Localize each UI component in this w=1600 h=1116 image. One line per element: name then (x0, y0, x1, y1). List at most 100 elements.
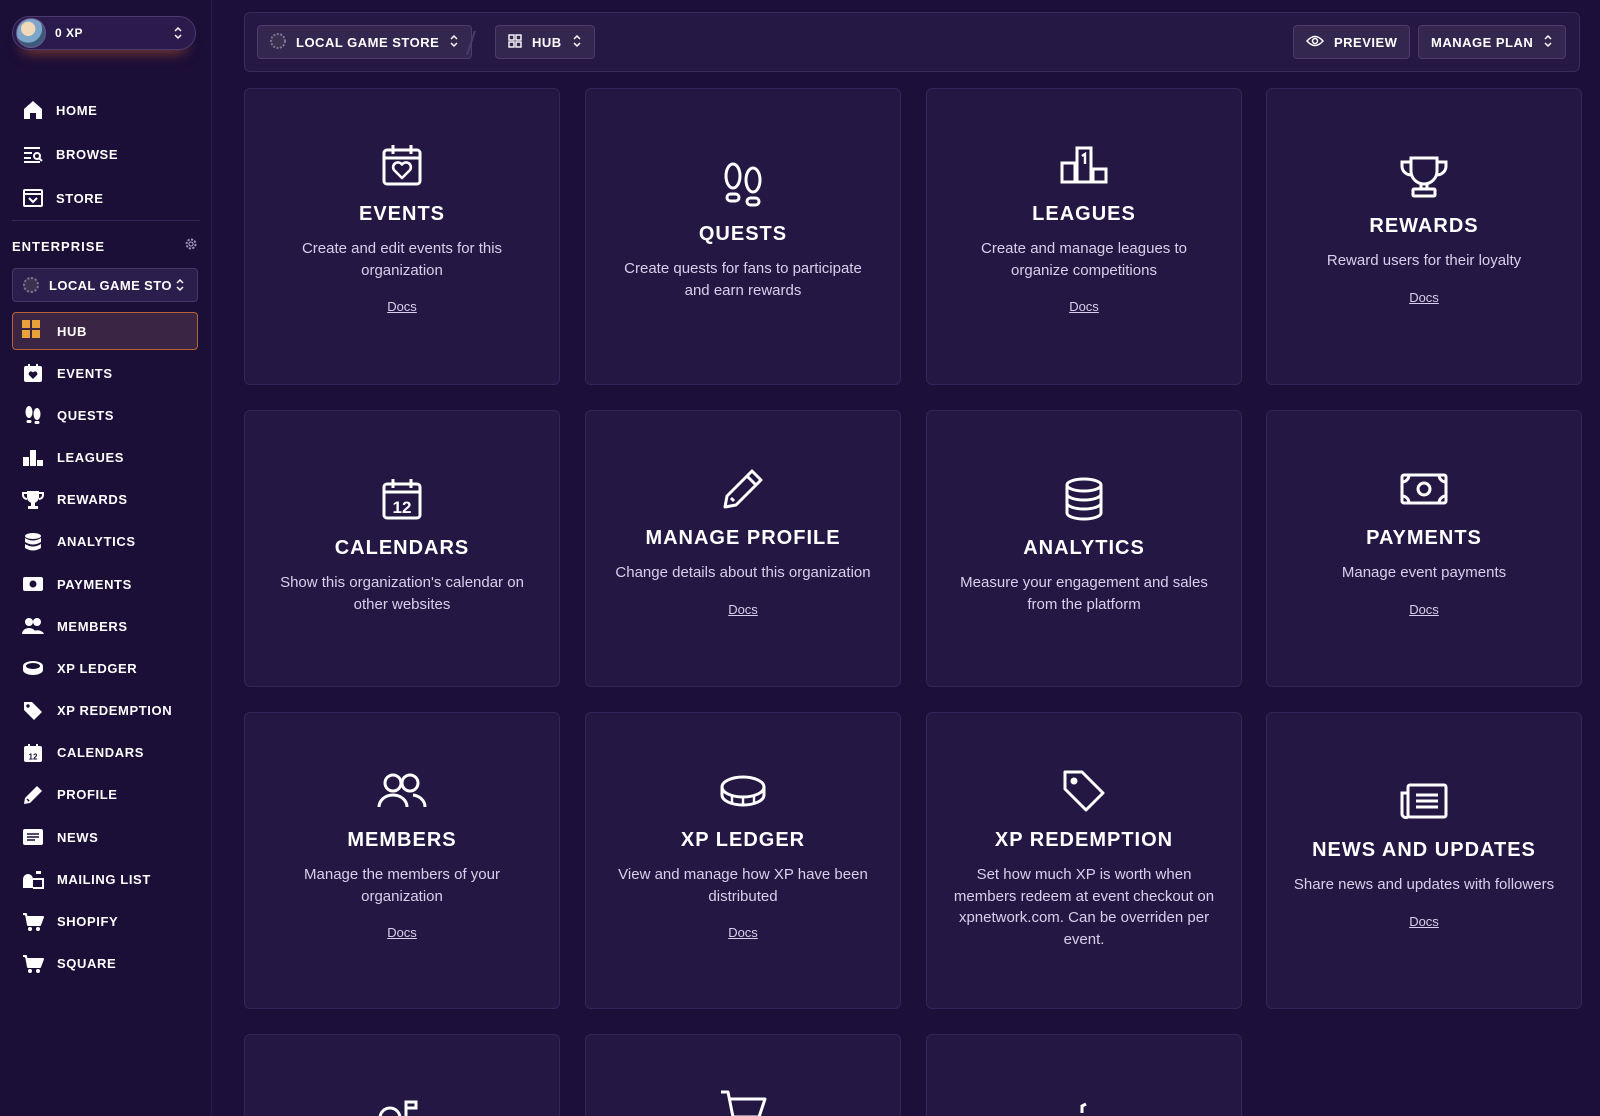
card-rewards[interactable]: REWARDS Reward users for their loyalty D… (1266, 88, 1582, 385)
docs-link[interactable]: Docs (1069, 299, 1099, 314)
sidebar-item-hub[interactable]: HUB (12, 312, 198, 350)
card-title: QUESTS (698, 223, 788, 245)
sidebar-item-label: MAILING LIST (57, 871, 151, 887)
sidebar-item-square[interactable]: SQUARE (20, 943, 172, 985)
sidebar-item-label: SHOPIFY (57, 914, 119, 930)
database-icon (20, 529, 46, 555)
sidebar-item-xp-ledger[interactable]: XP LEDGER (20, 647, 172, 689)
chevron-updown-icon (572, 34, 582, 51)
card-quests[interactable]: QUESTS Create quests for fans to partici… (585, 88, 901, 385)
preview-button[interactable]: PREVIEW (1293, 25, 1411, 59)
cart-icon (20, 909, 46, 935)
enterprise-header: ENTERPRISE (12, 236, 198, 256)
footprints-icon (719, 161, 767, 209)
card-square[interactable] (926, 1034, 1242, 1116)
card-description: View and manage how XP have been distrib… (618, 866, 868, 905)
docs-link[interactable]: Docs (1409, 914, 1439, 929)
calendar-heart-icon (378, 141, 426, 189)
card-description: Create and manage leagues to organize co… (981, 240, 1187, 279)
sidebar-item-events[interactable]: EVENTS (20, 352, 172, 394)
svg-text:12: 12 (393, 498, 412, 517)
org-select-label: LOCAL GAME STO (49, 277, 172, 293)
manage-plan-button[interactable]: MANAGE PLAN (1418, 25, 1567, 59)
top-bar: LOCAL GAME STORE HUB PREVIEW MANAGE PLAN (244, 12, 1580, 72)
sidebar-item-calendars[interactable]: 12 CALENDARS (20, 732, 172, 774)
card-analytics[interactable]: ANALYTICS Measure your engagement and sa… (926, 410, 1242, 687)
sidebar-item-label: MEMBERS (57, 618, 128, 634)
pencil-icon (20, 782, 46, 808)
card-payments[interactable]: PAYMENTS Manage event payments Docs (1266, 410, 1582, 687)
sidebar-item-label: EVENTS (57, 365, 113, 381)
docs-link[interactable]: Docs (728, 602, 758, 617)
card-manage-profile[interactable]: MANAGE PROFILE Change details about this… (585, 410, 901, 687)
users-icon (20, 613, 46, 639)
docs-link[interactable]: Docs (387, 925, 417, 940)
calendar-icon: 12 (20, 740, 46, 766)
nav-home[interactable]: HOME (20, 88, 118, 132)
sidebar-item-label: QUESTS (57, 407, 115, 423)
card-description: Set how much XP is worth when members re… (953, 866, 1215, 948)
chevron-updown-icon (1543, 34, 1553, 51)
sidebar-item-rewards[interactable]: REWARDS (20, 479, 172, 521)
docs-link[interactable]: Docs (728, 925, 758, 940)
card-title: MANAGE PROFILE (645, 527, 841, 549)
trophy-icon (20, 487, 46, 513)
card-title: LEAGUES (1032, 203, 1136, 225)
nav-browse[interactable]: BROWSE (20, 132, 118, 176)
docs-link[interactable]: Docs (1409, 290, 1439, 305)
card-events[interactable]: EVENTS Create and edit events for this o… (244, 88, 560, 385)
sidebar-item-analytics[interactable]: ANALYTICS (20, 521, 172, 563)
pencil-icon (719, 465, 767, 513)
card-description: Change details about this organization (615, 564, 871, 581)
card-members[interactable]: MEMBERS Manage the members of your organ… (244, 712, 560, 1009)
money-icon (20, 571, 46, 597)
coins-icon (20, 655, 46, 681)
card-title: NEWS AND UPDATES (1312, 839, 1536, 861)
grid-icon (21, 319, 41, 344)
sidebar-item-mailing-list[interactable]: MAILING LIST (20, 858, 172, 900)
card-leagues[interactable]: LEAGUES Create and manage leagues to org… (926, 88, 1242, 385)
sidebar-item-leagues[interactable]: LEAGUES (20, 436, 172, 478)
card-title: REWARDS (1369, 215, 1479, 237)
card-xp-redemption[interactable]: XP REDEMPTION Set how much XP is worth w… (926, 712, 1242, 1009)
home-icon (20, 97, 46, 123)
sidebar-item-news[interactable]: NEWS (20, 816, 172, 858)
gear-icon[interactable] (184, 237, 198, 256)
card-shopify[interactable] (585, 1034, 901, 1116)
section-breadcrumb-select[interactable]: HUB (495, 25, 595, 59)
svg-text:12: 12 (29, 752, 38, 761)
card-title: CALENDARS (334, 537, 470, 559)
newspaper-icon (1400, 777, 1448, 825)
xp-account-switcher[interactable]: 0 XP (12, 16, 196, 50)
card-xp-ledger[interactable]: XP LEDGER View and manage how XP have be… (585, 712, 901, 1009)
chevron-updown-icon (175, 278, 185, 292)
mailbox-icon (20, 866, 46, 892)
sidebar-item-label: PAYMENTS (57, 576, 132, 592)
manage-plan-label: MANAGE PLAN (1431, 34, 1534, 50)
card-mailing-list[interactable] (244, 1034, 560, 1116)
nav-store[interactable]: STORE (20, 176, 118, 220)
sidebar-item-label: REWARDS (57, 492, 128, 508)
sidebar-item-label: HUB (57, 323, 87, 339)
sidebar-item-members[interactable]: MEMBERS (20, 605, 172, 647)
card-title: XP LEDGER (680, 829, 806, 851)
card-title: MEMBERS (347, 829, 457, 851)
sidebar-item-quests[interactable]: QUESTS (20, 394, 172, 436)
sidebar-item-label: SQUARE (57, 956, 117, 972)
money-icon (1400, 465, 1448, 513)
sidebar-item-profile[interactable]: PROFILE (20, 774, 172, 816)
org-select[interactable]: LOCAL GAME STO (12, 268, 198, 302)
eye-icon (1305, 35, 1325, 50)
sidebar-item-shopify[interactable]: SHOPIFY (20, 900, 172, 942)
card-news-and-updates[interactable]: NEWS AND UPDATES Share news and updates … (1266, 712, 1582, 1009)
org-breadcrumb-select[interactable]: LOCAL GAME STORE (257, 25, 473, 59)
divider (12, 220, 200, 221)
sidebar-item-payments[interactable]: PAYMENTS (20, 563, 172, 605)
preview-label: PREVIEW (1334, 34, 1398, 50)
docs-link[interactable]: Docs (1409, 602, 1439, 617)
sidebar-item-xp-redemption[interactable]: XP REDEMPTION (20, 690, 172, 732)
square-logo-icon (1060, 1102, 1108, 1116)
docs-link[interactable]: Docs (387, 299, 417, 314)
card-calendars[interactable]: 12 CALENDARS Show this organization's ca… (244, 410, 560, 687)
card-description: Share news and updates with followers (1293, 876, 1555, 893)
